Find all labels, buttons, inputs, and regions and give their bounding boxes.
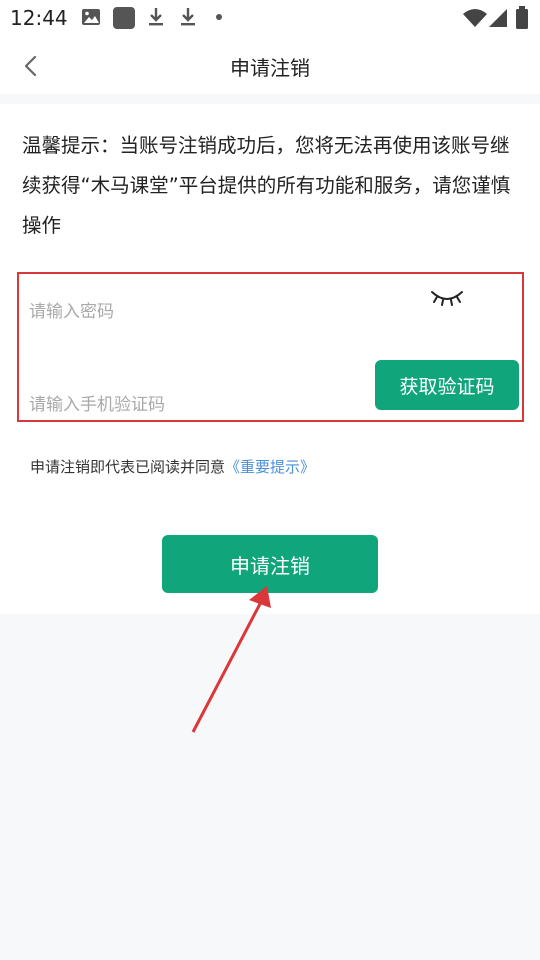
main-content: 温馨提示：当账号注销成功后，您将无法再使用该账号继续获得“木马课堂”平台提供的所…	[0, 104, 540, 614]
page-title: 申请注销	[230, 56, 310, 80]
dot-icon	[216, 14, 222, 20]
status-time: 12:44	[10, 6, 68, 30]
sms-code-input[interactable]	[29, 388, 359, 422]
important-notice-link[interactable]: 《重要提示》	[225, 458, 315, 476]
signal-icon	[489, 9, 507, 27]
app-notification-icon	[113, 7, 135, 29]
nav-bar: 申请注销	[0, 36, 540, 94]
status-bar: 12:44	[0, 0, 540, 36]
warning-notice: 温馨提示：当账号注销成功后，您将无法再使用该账号继续获得“木马课堂”平台提供的所…	[22, 134, 511, 237]
password-input[interactable]	[29, 294, 409, 330]
agreement-prefix: 申请注销即代表已阅读并同意	[30, 458, 226, 476]
get-code-button[interactable]: 获取验证码	[375, 360, 519, 410]
wifi-icon	[463, 9, 487, 27]
image-icon	[82, 9, 100, 25]
deactivation-form: 获取验证码	[17, 272, 524, 422]
download-icon	[149, 8, 163, 26]
download-icon-2	[181, 8, 195, 26]
toggle-password-visibility[interactable]	[429, 284, 465, 310]
submit-deactivation-button[interactable]: 申请注销	[162, 535, 378, 593]
eye-closed-icon	[431, 291, 463, 306]
battery-icon	[516, 6, 528, 29]
agreement-text: 申请注销即代表已阅读并同意《重要提示》	[30, 456, 315, 477]
